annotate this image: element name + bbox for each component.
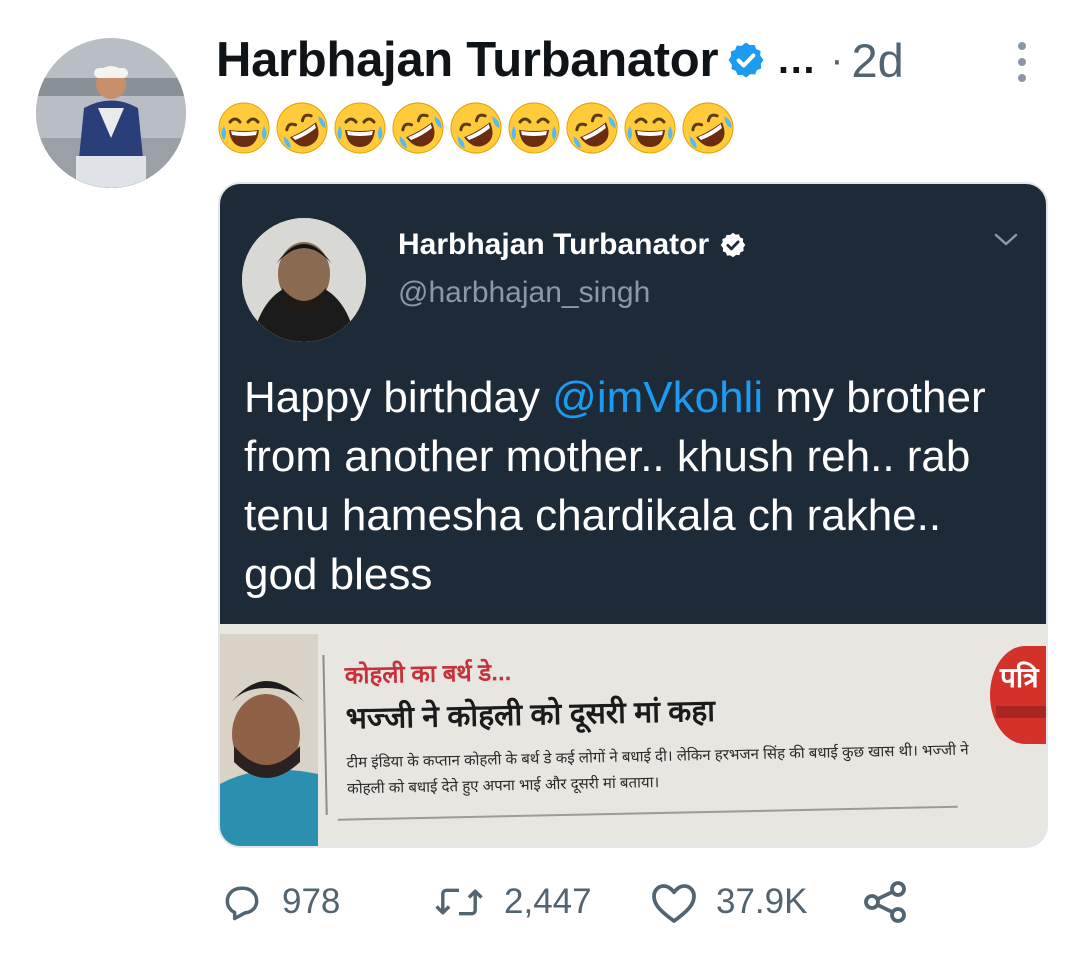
share-icon (864, 881, 906, 923)
name-truncation: … (776, 37, 817, 82)
embedded-author-name: Harbhajan Turbanator (398, 228, 747, 262)
more-icon[interactable] (1016, 40, 1028, 84)
retweet-count: 2,447 (504, 882, 592, 921)
embedded-author-name-text: Harbhajan Turbanator (398, 228, 710, 261)
newspaper-body: टीम इंडिया के कप्तान कोहली के बर्थ डे कई… (346, 741, 969, 798)
like-button[interactable]: 37.9K (650, 870, 807, 934)
reply-icon (225, 886, 259, 921)
verified-badge-icon (728, 42, 764, 78)
rofl-emoji-icon (392, 102, 444, 154)
like-icon (652, 884, 696, 923)
joy-emoji-icon (218, 102, 270, 154)
like-count: 37.9K (716, 882, 808, 921)
chevron-down-icon (994, 233, 1018, 246)
tweet-actions: 978 2,447 37.9K (0, 870, 1080, 934)
rofl-emoji-icon (276, 102, 328, 154)
reply-count: 978 (282, 882, 341, 921)
header-separator: · (830, 37, 844, 82)
author-name[interactable]: Harbhajan Turbanator (216, 32, 719, 88)
retweet-icon (435, 888, 483, 916)
author-avatar-image (36, 38, 186, 188)
embedded-tweet-screenshot: Harbhajan Turbanator @harbhajan_singh Ha… (220, 184, 1046, 624)
joy-emoji-icon (624, 102, 676, 154)
author-avatar[interactable] (36, 38, 186, 188)
embedded-author-handle: @harbhajan_singh (398, 276, 651, 309)
embedded-author-avatar (242, 218, 366, 342)
embedded-text-start: Happy birthday (244, 373, 553, 422)
embedded-mention: @imVkohli (552, 373, 764, 422)
rofl-emoji-icon (566, 102, 618, 154)
newspaper-logo: पत्रि (990, 646, 1046, 744)
joy-emoji-icon (508, 102, 560, 154)
share-button[interactable] (862, 870, 928, 934)
retweet-button[interactable]: 2,447 (432, 870, 592, 934)
joy-emoji-icon (334, 102, 386, 154)
newspaper-kicker: कोहली का बर्थ डे... (344, 659, 512, 690)
newspaper-clipping: कोहली का बर्थ डे... भज्जी ने कोहली को दू… (220, 624, 1046, 846)
rofl-emoji-icon (450, 102, 502, 154)
reply-button[interactable]: 978 (220, 870, 340, 934)
newspaper-divider (337, 805, 958, 821)
tweet-header: Harbhajan Turbanator … · 2d (216, 28, 904, 92)
newspaper-headline: भज्जी ने कोहली को दूसरी मां कहा (345, 694, 716, 736)
timestamp[interactable]: 2d (852, 33, 904, 88)
rofl-emoji-icon (682, 102, 734, 154)
newspaper-article: कोहली का बर्थ डे... भज्जी ने कोहली को दू… (322, 641, 994, 821)
embedded-tweet-text: Happy birthday @imVkohli my brother from… (244, 368, 1024, 604)
newspaper-photo (220, 634, 318, 846)
embedded-verified-badge-icon (720, 232, 746, 258)
tweet-text (216, 100, 738, 164)
tweet-media[interactable]: Harbhajan Turbanator @harbhajan_singh Ha… (218, 182, 1048, 848)
newspaper-logo-text: पत्रि (1000, 661, 1039, 694)
